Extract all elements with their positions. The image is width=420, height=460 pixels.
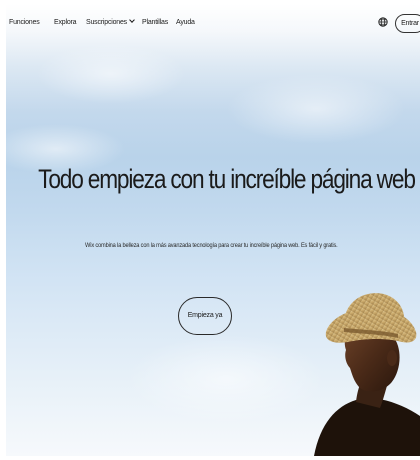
browser-viewport: Funciones Explora Suscripciones Plantill… — [0, 0, 420, 460]
nav-item-suscripciones[interactable]: Suscripciones — [86, 17, 135, 26]
cloud-decoration — [36, 44, 186, 104]
top-navigation: Funciones Explora Suscripciones Plantill… — [6, 4, 420, 42]
globe-icon[interactable] — [378, 17, 388, 27]
chevron-down-icon — [129, 17, 135, 23]
hero-section: Funciones Explora Suscripciones Plantill… — [6, 4, 420, 456]
hero-subline: Wix combina la belleza con la más avanza… — [85, 242, 338, 249]
cloud-decoration — [226, 74, 406, 144]
nav-item-explora[interactable]: Explora — [54, 19, 77, 26]
nav-item-plantillas[interactable]: Plantillas — [142, 19, 168, 26]
cloud-decoration — [126, 334, 326, 424]
start-now-button[interactable]: Empieza ya — [178, 297, 232, 335]
hero-headline: Todo empieza con tu increíble página web — [38, 164, 416, 194]
nav-item-ayuda[interactable]: Ayuda — [176, 19, 195, 26]
nav-item-funciones[interactable]: Funciones — [9, 19, 40, 26]
login-button[interactable]: Entrar — [395, 14, 420, 33]
person-with-hat-image — [314, 293, 420, 456]
nav-item-suscripciones-label: Suscripciones — [86, 19, 127, 26]
